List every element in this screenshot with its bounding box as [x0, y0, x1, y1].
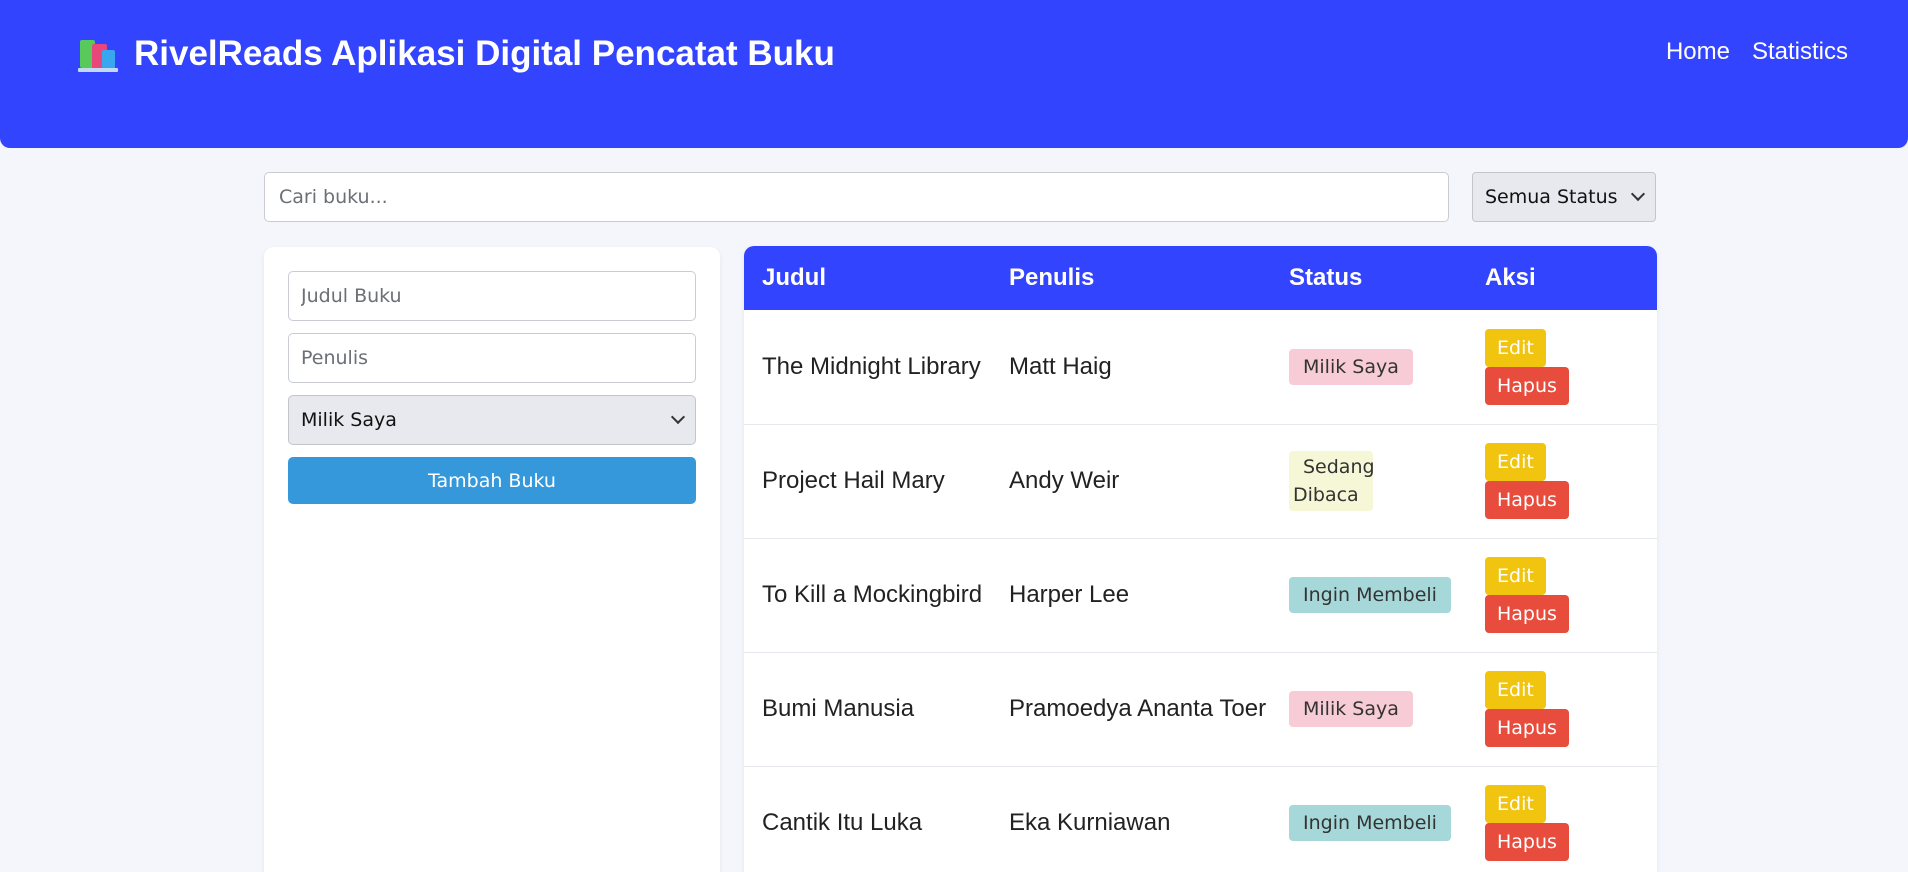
edit-button[interactable]: Edit: [1485, 785, 1546, 823]
books-icon: [78, 36, 118, 72]
book-title: The Midnight Library: [762, 352, 981, 380]
top-nav: Home Statistics: [1666, 38, 1848, 66]
table-row: The Midnight Library Matt Haig Milik Say…: [744, 310, 1657, 424]
status-badge: Milik Saya: [1289, 691, 1413, 727]
app-header: RivelReads Aplikasi Digital Pencatat Buk…: [0, 0, 1908, 148]
table-row: To Kill a Mockingbird Harper Lee Ingin M…: [744, 538, 1657, 652]
table-row: Bumi Manusia Pramoedya Ananta Toer Milik…: [744, 652, 1657, 766]
author-input[interactable]: [288, 333, 696, 383]
delete-button[interactable]: Hapus: [1485, 823, 1569, 861]
delete-button[interactable]: Hapus: [1485, 481, 1569, 519]
column-header-actions: Aksi: [1485, 264, 1536, 291]
book-title-input[interactable]: [288, 271, 696, 321]
books-table-card: Judul Penulis Status Aksi The Midnight L…: [744, 246, 1657, 872]
status-filter-value: Semua Status: [1485, 186, 1618, 208]
book-title: To Kill a Mockingbird: [762, 581, 983, 608]
book-author: Matt Haig: [1009, 352, 1112, 380]
delete-button[interactable]: Hapus: [1485, 366, 1569, 405]
status-badge: Sedang Dibaca: [1289, 451, 1375, 511]
status-badge: Ingin Membeli: [1289, 577, 1451, 613]
status-badge: Ingin Membeli: [1289, 805, 1451, 841]
app-title: RivelReads Aplikasi Digital Pencatat Buk…: [134, 34, 835, 73]
status-badge: Milik Saya: [1289, 348, 1413, 385]
edit-button[interactable]: Edit: [1485, 557, 1546, 595]
edit-button[interactable]: Edit: [1485, 671, 1546, 709]
book-status-select[interactable]: Milik Saya: [288, 395, 696, 445]
book-author: Andy Weir: [1009, 467, 1120, 494]
status-filter-select[interactable]: Semua Status: [1472, 172, 1656, 222]
table-header-row: Judul Penulis Status Aksi: [744, 246, 1657, 310]
book-title: Cantik Itu Luka: [762, 809, 923, 836]
edit-button[interactable]: Edit: [1485, 443, 1546, 481]
book-author: Harper Lee: [1009, 581, 1130, 608]
column-header-status: Status: [1289, 264, 1363, 291]
nav-statistics-link[interactable]: Statistics: [1752, 38, 1848, 66]
table-row: Project Hail Mary Andy Weir Sedang Dibac…: [744, 424, 1657, 538]
column-header-title: Judul: [762, 264, 826, 291]
books-table: Judul Penulis Status Aksi The Midnight L…: [744, 246, 1657, 872]
brand: RivelReads Aplikasi Digital Pencatat Buk…: [78, 34, 835, 74]
chevron-down-icon: [1630, 186, 1646, 202]
delete-button[interactable]: Hapus: [1485, 709, 1569, 747]
search-input[interactable]: [264, 172, 1449, 222]
nav-home-link[interactable]: Home: [1666, 38, 1730, 66]
edit-button[interactable]: Edit: [1485, 328, 1546, 367]
delete-button[interactable]: Hapus: [1485, 595, 1569, 633]
add-book-form: Milik Saya Tambah Buku: [264, 247, 720, 872]
chevron-down-icon: [670, 409, 686, 425]
add-book-button[interactable]: Tambah Buku: [288, 457, 696, 504]
column-header-author: Penulis: [1009, 264, 1095, 291]
book-author: Eka Kurniawan: [1009, 809, 1171, 836]
book-title: Project Hail Mary: [762, 467, 945, 494]
book-status-value: Milik Saya: [301, 409, 397, 431]
book-title: Bumi Manusia: [762, 695, 915, 722]
book-author: Pramoedya Ananta Toer: [1009, 695, 1267, 722]
table-row: Cantik Itu Luka Eka Kurniawan Ingin Memb…: [744, 766, 1657, 872]
